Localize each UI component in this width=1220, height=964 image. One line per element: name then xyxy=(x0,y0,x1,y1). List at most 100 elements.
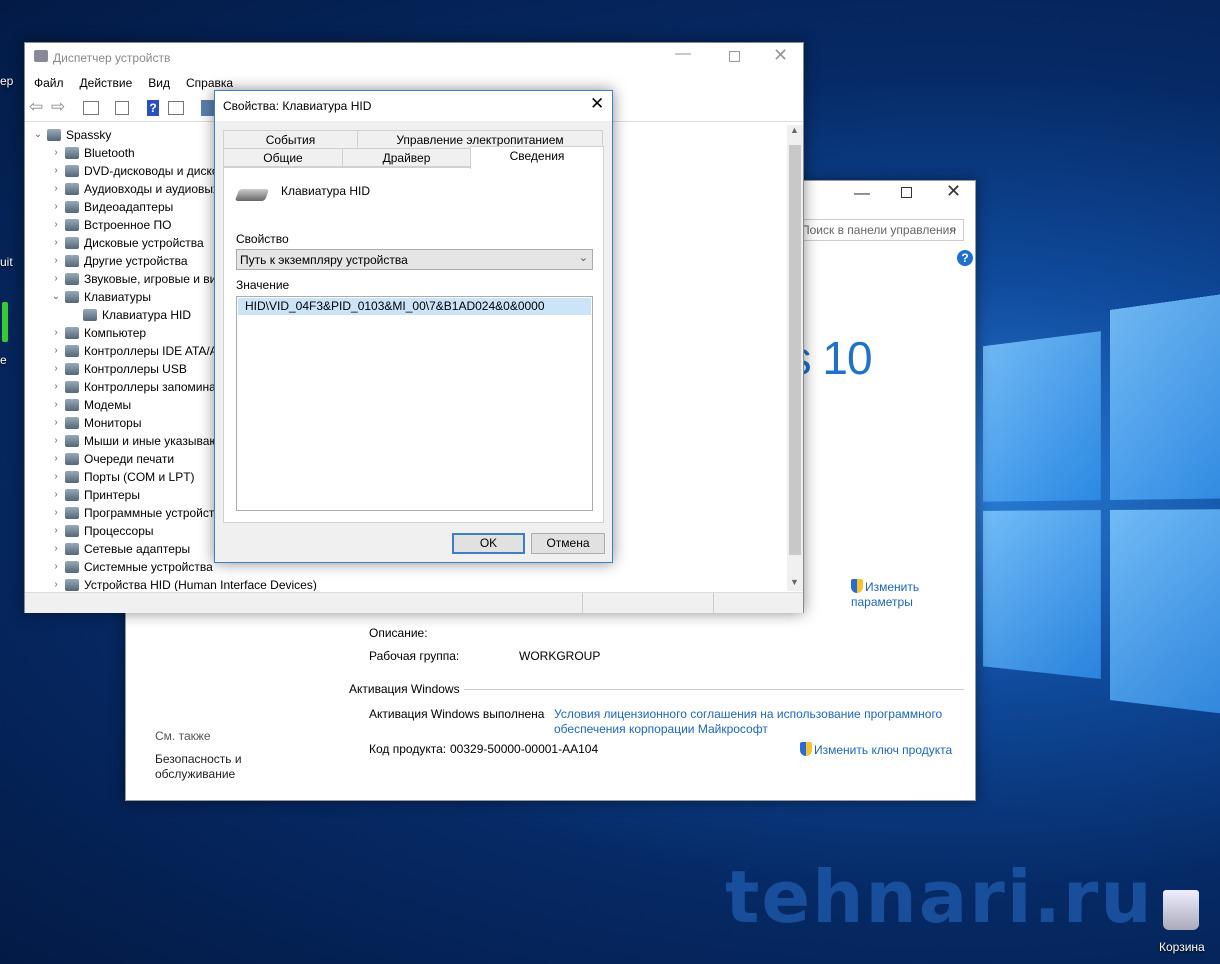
help-icon[interactable]: ? xyxy=(147,100,159,116)
chevron-right-icon[interactable]: › xyxy=(49,324,63,342)
chevron-right-icon[interactable]: › xyxy=(49,162,63,180)
property-select[interactable]: Путь к экземпляру устройства ⌄ xyxy=(236,249,593,270)
chevron-down-icon[interactable]: ⌄ xyxy=(49,288,63,306)
chevron-right-icon[interactable]: › xyxy=(49,144,63,162)
tree-item[interactable]: ⌄ Spassky xyxy=(31,126,112,144)
chevron-right-icon[interactable]: › xyxy=(49,558,63,576)
chevron-right-icon[interactable]: › xyxy=(49,432,63,450)
forward-icon[interactable]: ⇨ xyxy=(51,97,65,117)
tree-item[interactable]: › Системные устройства xyxy=(49,558,212,576)
chevron-right-icon[interactable]: › xyxy=(49,342,63,360)
tree-item-label: Принтеры xyxy=(84,488,140,502)
scroll-down-icon[interactable]: ▼ xyxy=(790,577,799,587)
chevron-right-icon[interactable]: › xyxy=(49,378,63,396)
tree-item[interactable]: Клавиатура HID xyxy=(67,306,191,324)
maximize-button[interactable] xyxy=(901,187,912,198)
cancel-button[interactable]: Отмена xyxy=(531,533,605,554)
chevron-right-icon[interactable]: › xyxy=(49,216,63,234)
chevron-right-icon[interactable]: › xyxy=(49,414,63,432)
tree-item-label: Встроенное ПО xyxy=(84,218,172,232)
tree-item[interactable]: › Порты (COM и LPT) xyxy=(49,468,194,486)
chevron-right-icon[interactable]: › xyxy=(49,252,63,270)
tree-item[interactable]: › Программные устройства xyxy=(49,504,227,522)
scroll-up-icon[interactable]: ▲ xyxy=(790,125,799,135)
recycle-bin-label[interactable]: Корзина xyxy=(1159,940,1205,954)
chevron-right-icon[interactable]: › xyxy=(49,522,63,540)
menu-file[interactable]: Файл xyxy=(34,76,64,90)
menu-view[interactable]: Вид xyxy=(148,76,170,90)
chevron-right-icon[interactable]: › xyxy=(49,468,63,486)
menu-help[interactable]: Справка xyxy=(186,76,233,90)
ok-button[interactable]: OK xyxy=(452,533,525,554)
desktop-icon-label[interactable]: e xyxy=(0,353,7,367)
property-label: Свойство xyxy=(236,232,289,246)
maximize-button[interactable] xyxy=(729,51,740,62)
product-key-label: Код продукта: xyxy=(369,742,447,756)
list-item[interactable]: HID\VID_04F3&PID_0103&MI_00\7&B1AD024&0&… xyxy=(238,298,591,315)
update-driver-icon[interactable] xyxy=(168,101,184,115)
close-button[interactable]: ✕ xyxy=(946,181,961,202)
change-key-link[interactable]: Изменить ключ продукта xyxy=(800,742,952,757)
tree-item-label: Сетевые адаптеры xyxy=(84,542,191,556)
show-hide-tree-icon[interactable] xyxy=(83,101,99,115)
close-button[interactable]: ✕ xyxy=(590,94,604,114)
tab-driver[interactable]: Драйвер xyxy=(342,148,471,167)
vertical-scrollbar[interactable]: ▲ ▼ xyxy=(787,125,803,591)
tree-item[interactable]: › Компьютер xyxy=(49,324,146,342)
tab-general[interactable]: Общие xyxy=(223,148,343,167)
tree-item-label: Клавиатура HID xyxy=(102,308,191,322)
device-icon xyxy=(65,345,79,357)
chevron-right-icon[interactable]: › xyxy=(49,486,63,504)
tree-item[interactable]: › Аудиовходы и аудиовыходы xyxy=(49,180,241,198)
tree-item[interactable]: › Мониторы xyxy=(49,414,141,432)
back-icon[interactable]: ⇦ xyxy=(29,97,43,117)
tree-item[interactable]: › Другие устройства xyxy=(49,252,187,270)
device-icon xyxy=(47,129,61,141)
menu-action[interactable]: Действие xyxy=(80,76,133,90)
chevron-right-icon[interactable]: › xyxy=(49,180,63,198)
tree-item[interactable]: › Bluetooth xyxy=(49,144,134,162)
tree-item[interactable]: › Принтеры xyxy=(49,486,140,504)
chevron-right-icon[interactable]: › xyxy=(49,540,63,558)
tree-item[interactable]: › Устройства HID (Human Interface Devices… xyxy=(49,576,317,591)
minimize-button[interactable]: — xyxy=(675,45,691,63)
tab-events[interactable]: События xyxy=(223,130,358,149)
security-link[interactable]: Безопасность и обслуживание xyxy=(155,752,255,782)
tree-item[interactable]: › Процессоры xyxy=(49,522,153,540)
chevron-right-icon[interactable]: › xyxy=(49,576,63,591)
tree-item[interactable]: › Очереди печати xyxy=(49,450,174,468)
recycle-bin-icon[interactable] xyxy=(1163,890,1199,930)
change-params-link[interactable]: Изменить параметры xyxy=(851,579,941,610)
chevron-down-icon[interactable]: ⌄ xyxy=(31,126,45,144)
tree-item[interactable]: › Дисковые устройства xyxy=(49,234,203,252)
chevron-right-icon[interactable]: › xyxy=(49,450,63,468)
chevron-right-icon[interactable]: › xyxy=(49,504,63,522)
scan-hardware-icon[interactable] xyxy=(201,100,215,116)
device-icon xyxy=(65,471,79,483)
desktop-app-icon[interactable] xyxy=(2,302,8,342)
tree-item[interactable]: › Контроллеры USB xyxy=(49,360,187,378)
tree-item[interactable]: › Модемы xyxy=(49,396,131,414)
chevron-right-icon[interactable]: › xyxy=(49,270,63,288)
tree-item-label: Модемы xyxy=(84,398,132,412)
device-icon xyxy=(65,183,79,195)
value-list[interactable]: HID\VID_04F3&PID_0103&MI_00\7&B1AD024&0&… xyxy=(236,296,593,511)
device-name: Клавиатура HID xyxy=(281,184,370,198)
tree-item[interactable]: ⌄ Клавиатуры xyxy=(49,288,151,306)
minimize-button[interactable]: — xyxy=(854,185,870,203)
license-link[interactable]: Условия лицензионного соглашения на испо… xyxy=(554,707,954,737)
scrollbar-thumb[interactable] xyxy=(789,145,801,555)
desktop-icon-label[interactable]: ер xyxy=(0,74,13,88)
chevron-right-icon[interactable]: › xyxy=(49,198,63,216)
desktop-icon-label[interactable]: uit xyxy=(0,255,13,269)
chevron-right-icon[interactable]: › xyxy=(49,396,63,414)
chevron-right-icon[interactable]: › xyxy=(49,360,63,378)
close-button[interactable]: ✕ xyxy=(773,45,788,66)
tree-item[interactable]: › Видеоадаптеры xyxy=(49,198,173,216)
tree-item[interactable]: › Встроенное ПО xyxy=(49,216,171,234)
help-icon[interactable]: ? xyxy=(957,250,973,266)
properties-icon[interactable] xyxy=(115,101,129,115)
tree-item[interactable]: › Сетевые адаптеры xyxy=(49,540,190,558)
chevron-right-icon[interactable]: › xyxy=(49,234,63,252)
tab-details[interactable]: Сведения xyxy=(470,146,604,169)
